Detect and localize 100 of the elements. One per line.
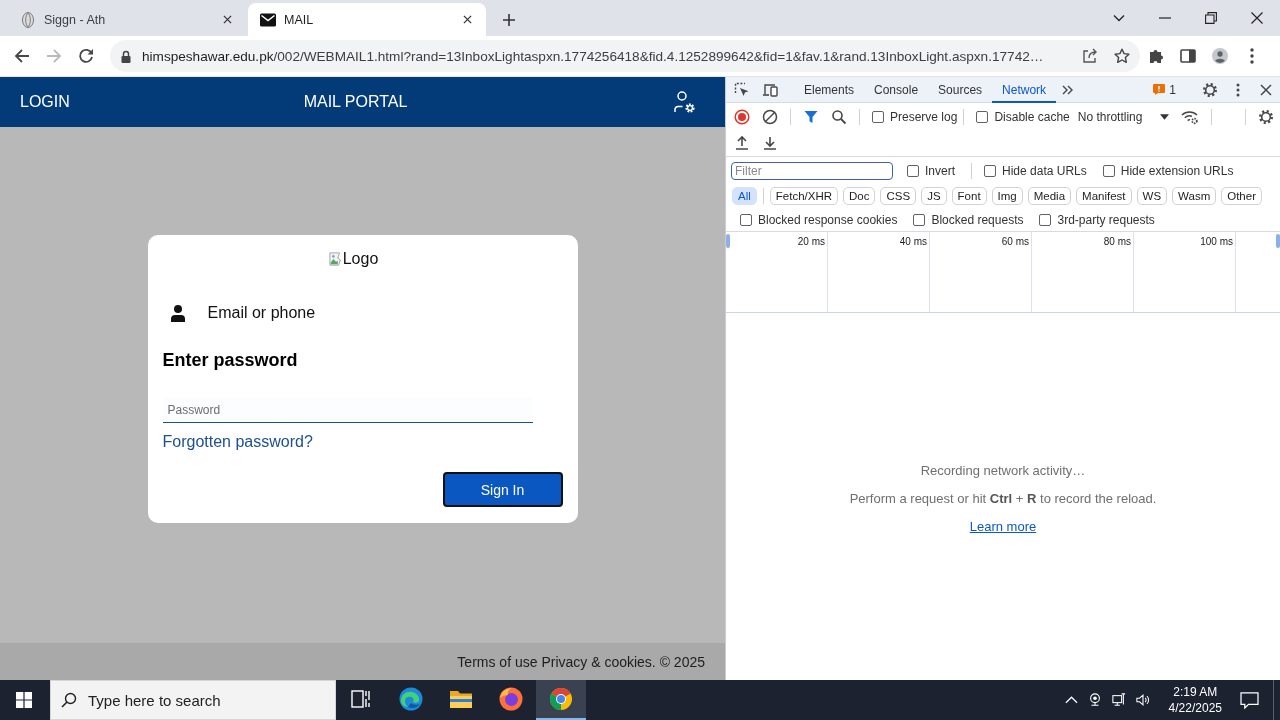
more-icon[interactable]: [1250, 48, 1254, 64]
timeline-tick: 100 ms: [1200, 236, 1233, 247]
checkbox[interactable]: [976, 110, 989, 123]
footer-text: Terms of use Privacy & cookies. © 2025: [457, 653, 705, 670]
back-arrow-icon[interactable]: [14, 48, 30, 64]
range-handle[interactable]: [726, 234, 730, 248]
filter-field[interactable]: Filter: [731, 161, 893, 180]
settings-icon[interactable]: [1202, 81, 1218, 98]
timeline-tick: 60 ms: [1001, 236, 1029, 247]
reload-icon[interactable]: [78, 48, 94, 64]
filter-icon[interactable]: [803, 108, 819, 125]
checkbox-label: 3rd-party requests: [1057, 212, 1155, 227]
password-field[interactable]: Password: [162, 397, 533, 423]
close-icon[interactable]: [223, 15, 232, 24]
fox-logo-icon: [499, 687, 523, 711]
recording-status-text: Recording network activity…: [920, 461, 1086, 480]
star-icon[interactable]: [1114, 48, 1130, 64]
settings-icon[interactable]: [1258, 108, 1274, 125]
checkbox-label: Disable cache: [994, 109, 1070, 124]
checkbox-label: Hide data URLs: [1002, 163, 1087, 178]
checkbox-label: Blocked requests: [931, 212, 1024, 227]
password-heading: Enter password: [162, 349, 298, 371]
search-icon[interactable]: [831, 108, 847, 125]
close-icon[interactable]: [1258, 81, 1274, 98]
chevron-down-icon[interactable]: [1113, 12, 1125, 24]
forgotten-password-link[interactable]: Forgotten password?: [162, 432, 313, 452]
portal-title: MAIL PORTAL: [303, 93, 408, 111]
resource-type-filter[interactable]: Manifest: [1076, 187, 1132, 205]
taskbar-app[interactable]: [536, 680, 586, 720]
close-icon[interactable]: [463, 15, 472, 24]
notification-icon[interactable]: [1240, 691, 1259, 709]
checkbox-label: Preserve log: [890, 109, 958, 124]
clock-date[interactable]: 4/22/2025: [1168, 700, 1222, 716]
wave-logo-icon: [399, 687, 423, 711]
upload-icon[interactable]: [734, 135, 750, 151]
start-icon[interactable]: [16, 692, 32, 708]
plus-icon[interactable]: [503, 14, 515, 26]
browser-tab[interactable]: MAIL: [248, 3, 486, 36]
devtools-tab[interactable]: Console: [864, 76, 929, 103]
double-chevron-icon[interactable]: [1062, 84, 1075, 95]
clock-time[interactable]: 2:19 AM: [1173, 684, 1218, 700]
resource-type-filter[interactable]: Media: [1027, 187, 1072, 205]
wifi-gear-icon[interactable]: [1181, 108, 1200, 125]
range-handle[interactable]: [1276, 234, 1280, 248]
checkbox-label: Blocked response cookies: [758, 212, 898, 227]
resource-type-filter[interactable]: Other: [1221, 187, 1262, 205]
reload-hint-text: Perform a request or hit Ctrl + R to record the reload.: [849, 489, 1157, 508]
learn-more-link[interactable]: Learn more: [969, 512, 1037, 541]
resource-type-filter[interactable]: WS: [1136, 187, 1168, 205]
taskbar-search-field[interactable]: Type here to search: [50, 680, 336, 720]
checkbox[interactable]: [913, 213, 926, 226]
record-icon[interactable]: [734, 108, 750, 125]
resource-type-filter[interactable]: Doc: [843, 187, 876, 205]
square-exclamation-icon: [1153, 84, 1166, 95]
timeline-tick: 40 ms: [899, 236, 927, 247]
checkbox-label: Hide extension URLs: [1120, 163, 1234, 178]
devtools-tab[interactable]: Elements: [794, 76, 865, 103]
search-icon: [61, 692, 77, 708]
checkbox[interactable]: [740, 213, 752, 226]
profile-icon[interactable]: [1212, 48, 1228, 64]
restore-icon[interactable]: [1205, 12, 1217, 24]
speaker-icon[interactable]: [1135, 693, 1150, 707]
resource-type-filter[interactable]: JS: [921, 187, 947, 205]
puzzle-piece-icon[interactable]: [1148, 48, 1164, 64]
login-title: LOGIN: [19, 93, 70, 111]
url-text: himspeshawar.edu.pk/002/WEBMAIL1.html?rand=13InboxLightaspxn.1774256418&fid.4.1252899642&fid=1&fav.1&rand.13InboxLight.aspxn.17742…: [142, 48, 1045, 64]
resource-type-filter[interactable]: Fetch/XHR: [769, 187, 839, 205]
globe-icon: [20, 11, 36, 28]
broken-image-icon: [328, 251, 343, 267]
throttling-select[interactable]: No throttling: [1069, 109, 1170, 124]
resource-type-filter[interactable]: CSS: [880, 187, 917, 205]
device-toolbar-icon[interactable]: [762, 81, 778, 98]
network-monitor-icon[interactable]: [1111, 693, 1126, 707]
user-gear-icon[interactable]: [672, 90, 696, 114]
close-icon[interactable]: [1251, 12, 1263, 24]
checkbox[interactable]: [1039, 213, 1052, 226]
browser-tab[interactable]: Siggn - Ath: [8, 3, 246, 36]
devtools-tab[interactable]: Network: [992, 76, 1057, 103]
download-icon[interactable]: [762, 135, 778, 151]
sign-in-button[interactable]: Sign In: [442, 472, 563, 507]
share-icon[interactable]: [1082, 48, 1098, 64]
envelope-icon: [260, 11, 276, 28]
chevron-up-icon[interactable]: [1064, 696, 1078, 704]
resource-type-filter[interactable]: Font: [951, 187, 987, 205]
address-bar[interactable]: himspeshawar.edu.pk/002/WEBMAIL1.html?rand=13InboxLightaspxn.1774256418&fid.4.1252899642&fid=1&fav.1&rand.13InboxLight.aspxn.17742…: [110, 40, 1140, 72]
issues-counter[interactable]: 1: [1153, 82, 1176, 97]
clear-icon[interactable]: [762, 108, 778, 125]
side-panel-icon[interactable]: [1180, 48, 1196, 64]
inspect-cursor-icon[interactable]: [734, 81, 750, 98]
timeline-tick: 20 ms: [797, 236, 825, 247]
checkbox[interactable]: [907, 164, 919, 177]
resource-type-filter[interactable]: Img: [991, 187, 1023, 205]
camera-icon[interactable]: [1087, 693, 1102, 707]
devtools-tab[interactable]: Sources: [928, 76, 993, 103]
resource-type-filter[interactable]: All: [732, 187, 757, 205]
checkbox[interactable]: [1102, 164, 1115, 177]
checkbox[interactable]: [872, 110, 884, 123]
checkbox[interactable]: [984, 164, 996, 177]
resource-type-filter[interactable]: Wasm: [1172, 187, 1217, 205]
task-view-icon: [351, 690, 371, 708]
